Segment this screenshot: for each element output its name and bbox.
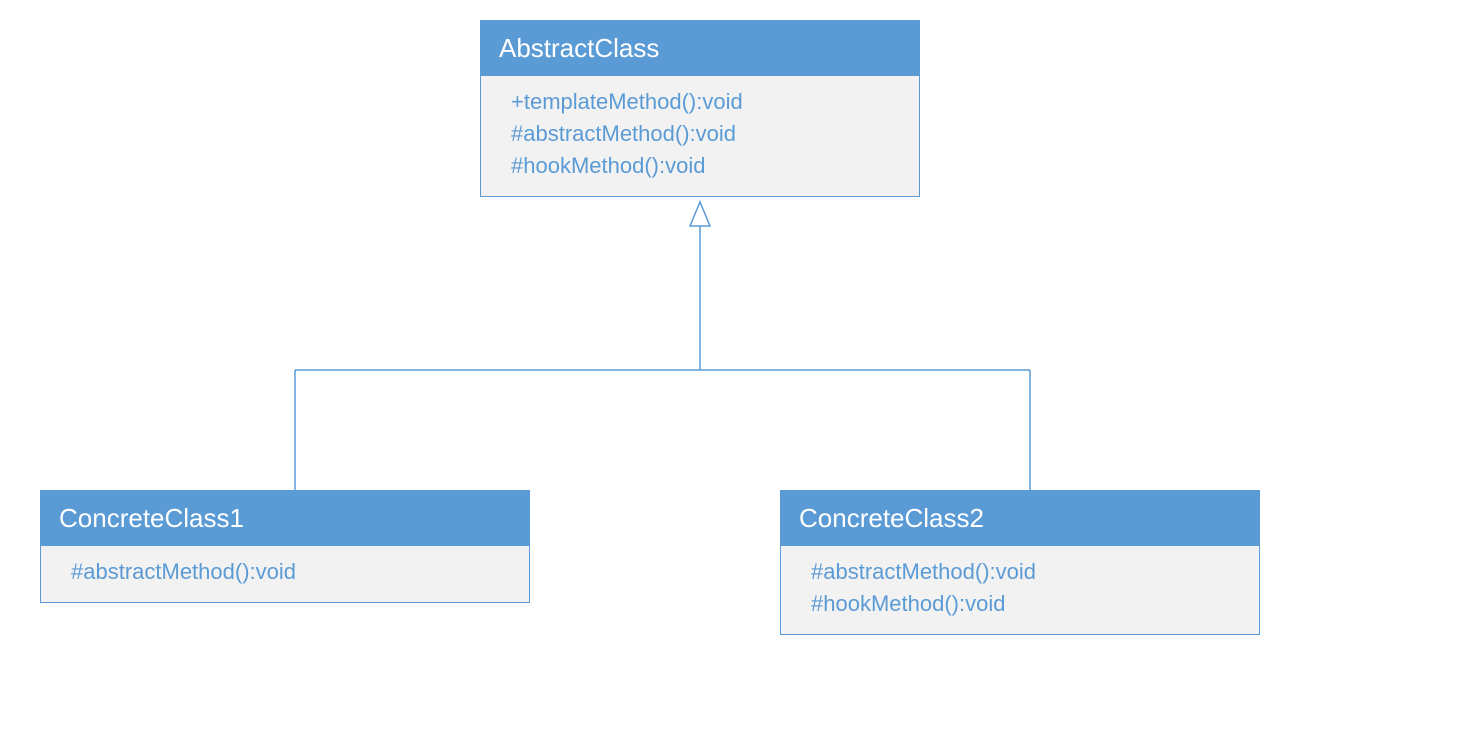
class-concrete1-method: #abstractMethod():void <box>71 556 511 588</box>
class-concrete2-body: #abstractMethod():void #hookMethod():voi… <box>781 546 1259 634</box>
class-concrete2: ConcreteClass2 #abstractMethod():void #h… <box>780 490 1260 635</box>
class-abstract-body: +templateMethod():void #abstractMethod()… <box>481 76 919 196</box>
class-abstract: AbstractClass +templateMethod():void #ab… <box>480 20 920 197</box>
class-abstract-method: #hookMethod():void <box>511 150 901 182</box>
class-abstract-method: #abstractMethod():void <box>511 118 901 150</box>
class-abstract-method: +templateMethod():void <box>511 86 901 118</box>
class-concrete1-body: #abstractMethod():void <box>41 546 529 602</box>
class-concrete2-method: #abstractMethod():void <box>811 556 1241 588</box>
class-concrete1: ConcreteClass1 #abstractMethod():void <box>40 490 530 603</box>
class-concrete1-header: ConcreteClass1 <box>41 491 529 546</box>
class-abstract-header: AbstractClass <box>481 21 919 76</box>
class-concrete2-method: #hookMethod():void <box>811 588 1241 620</box>
generalization-arrowhead-icon <box>690 202 710 226</box>
class-concrete2-header: ConcreteClass2 <box>781 491 1259 546</box>
